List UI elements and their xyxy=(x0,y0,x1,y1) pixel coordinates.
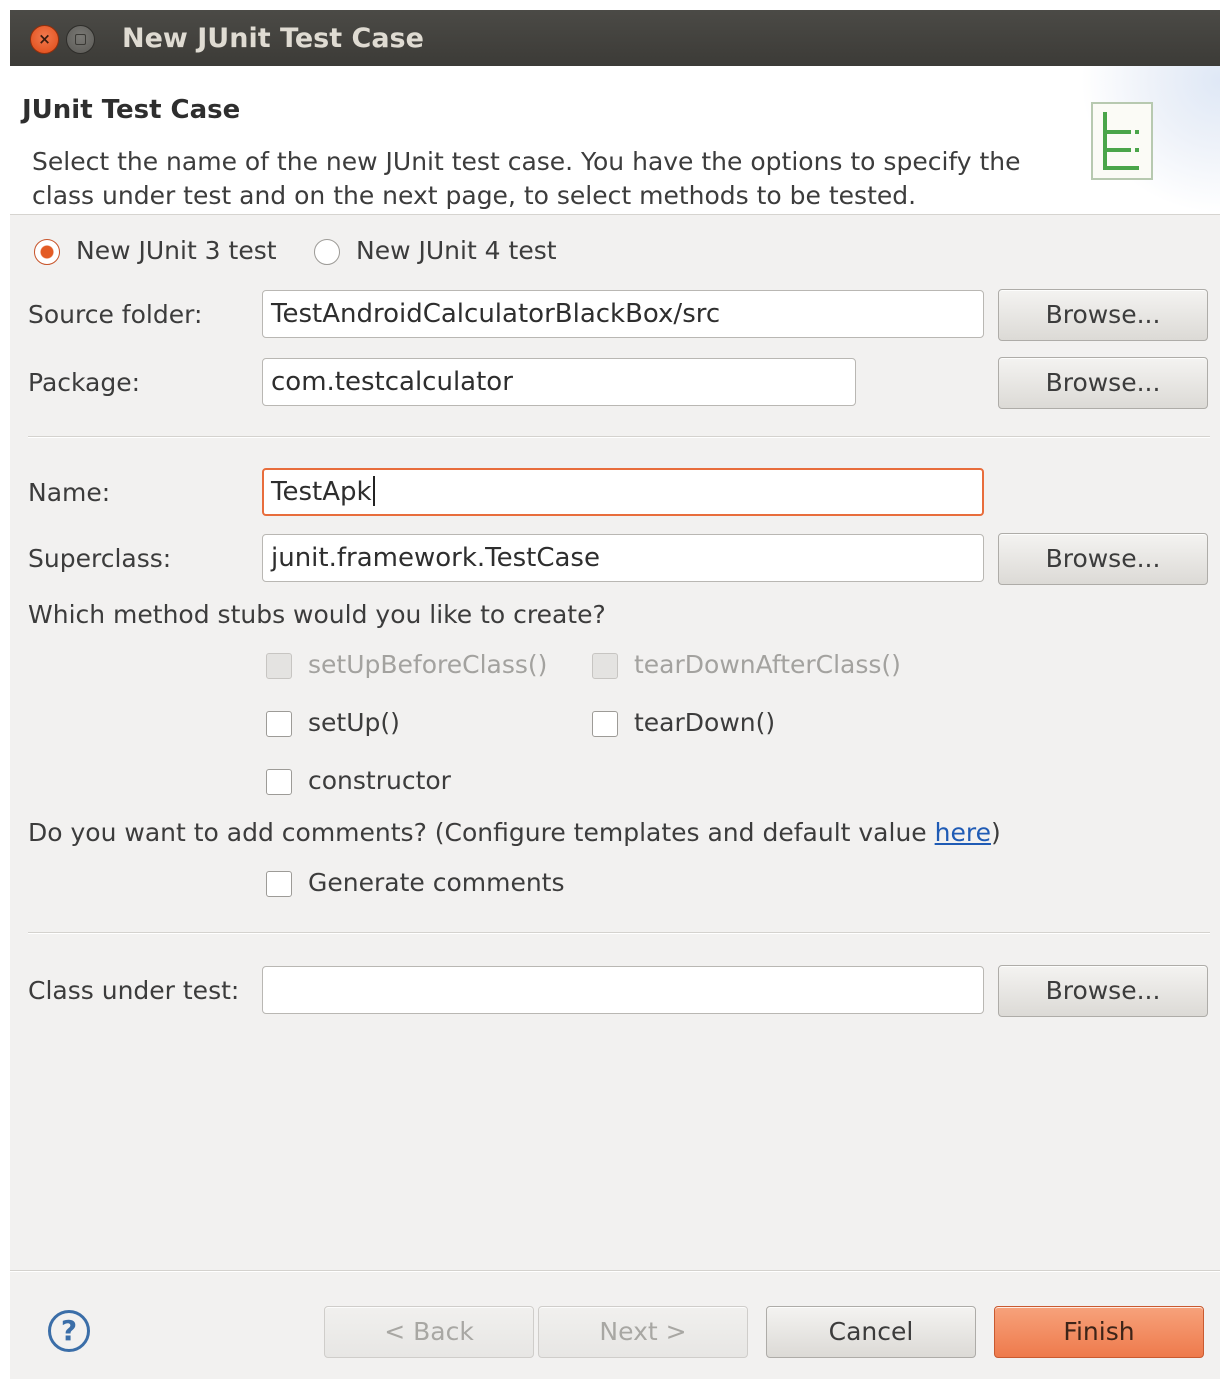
constructor-label[interactable]: constructor xyxy=(308,766,451,795)
setup-checkbox[interactable] xyxy=(266,711,292,737)
separator xyxy=(28,932,1210,934)
junit-wizard-icon xyxy=(1091,102,1153,180)
method-stubs-question: Which method stubs would you like to cre… xyxy=(28,600,606,629)
minimize-icon xyxy=(75,34,86,45)
package-browse-button[interactable]: Browse... xyxy=(998,357,1208,409)
name-input[interactable]: TestApk xyxy=(262,468,984,516)
footer-separator xyxy=(10,1270,1220,1272)
class-under-test-label: Class under test: xyxy=(28,976,240,1005)
configure-templates-link[interactable]: here xyxy=(935,818,991,847)
superclass-browse-button[interactable]: Browse... xyxy=(998,533,1208,585)
package-label: Package: xyxy=(28,368,141,397)
class-under-test-input[interactable] xyxy=(262,966,984,1014)
wizard-header: JUnit Test Case Select the name of the n… xyxy=(10,66,1220,215)
class-under-test-browse-button[interactable]: Browse... xyxy=(998,965,1208,1017)
junit-wizard-window: × New JUnit Test Case JUnit Test Case Se… xyxy=(10,10,1220,1379)
source-folder-browse-button[interactable]: Browse... xyxy=(998,289,1208,341)
back-button[interactable]: < Back xyxy=(324,1306,534,1358)
junit4-radio[interactable] xyxy=(314,239,340,265)
page-title: JUnit Test Case xyxy=(22,95,241,125)
teardown-checkbox[interactable] xyxy=(592,711,618,737)
comments-question: Do you want to add comments? (Configure … xyxy=(28,818,1001,847)
title-bar: × New JUnit Test Case xyxy=(10,10,1220,66)
name-value: TestApk xyxy=(271,477,372,507)
superclass-input[interactable]: junit.framework.TestCase xyxy=(262,534,984,582)
help-icon[interactable]: ? xyxy=(48,1310,90,1352)
cancel-button[interactable]: Cancel xyxy=(766,1306,976,1358)
next-button[interactable]: Next > xyxy=(538,1306,748,1358)
junit3-label[interactable]: New JUnit 3 test xyxy=(76,236,277,265)
name-label: Name: xyxy=(28,478,111,507)
junit4-label[interactable]: New JUnit 4 test xyxy=(356,236,557,265)
setup-label[interactable]: setUp() xyxy=(308,708,400,737)
close-window-button[interactable]: × xyxy=(30,25,59,54)
minimize-window-button[interactable] xyxy=(66,25,95,54)
close-icon: × xyxy=(38,30,51,48)
source-folder-label: Source folder: xyxy=(28,300,203,329)
generate-comments-checkbox[interactable] xyxy=(266,871,292,897)
comments-question-text: Do you want to add comments? (Configure … xyxy=(28,818,935,847)
separator xyxy=(28,436,1210,438)
source-folder-input[interactable]: TestAndroidCalculatorBlackBox/src xyxy=(262,290,984,338)
setup-before-class-checkbox[interactable] xyxy=(266,653,292,679)
constructor-checkbox[interactable] xyxy=(266,769,292,795)
junit3-radio[interactable] xyxy=(34,239,60,265)
generate-comments-label[interactable]: Generate comments xyxy=(308,868,565,897)
window-title: New JUnit Test Case xyxy=(122,23,424,54)
teardown-label[interactable]: tearDown() xyxy=(634,708,775,737)
comments-question-end: ) xyxy=(990,818,1001,847)
superclass-label: Superclass: xyxy=(28,544,172,573)
package-input[interactable]: com.testcalculator xyxy=(262,358,856,406)
page-description: Select the name of the new JUnit test ca… xyxy=(32,147,1021,210)
text-caret xyxy=(372,475,375,506)
teardown-after-class-label: tearDownAfterClass() xyxy=(634,650,901,679)
finish-button[interactable]: Finish xyxy=(994,1306,1204,1358)
setup-before-class-label: setUpBeforeClass() xyxy=(308,650,548,679)
teardown-after-class-checkbox[interactable] xyxy=(592,653,618,679)
